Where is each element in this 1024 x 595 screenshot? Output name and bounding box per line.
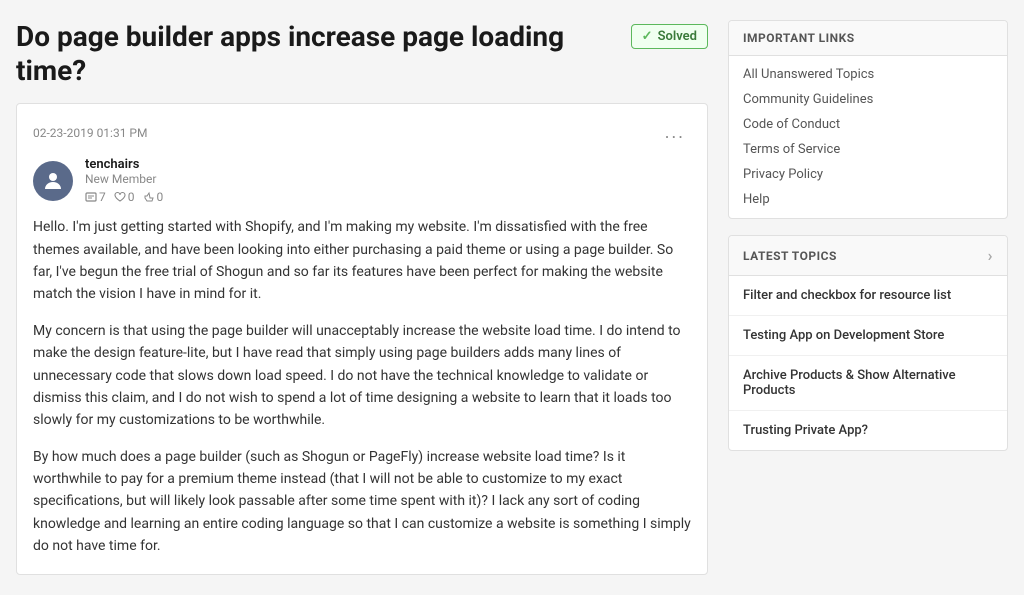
important-links-header: IMPORTANT LINKS <box>729 21 1007 56</box>
list-item: Help <box>729 187 1007 212</box>
author-details: tenchairs New Member 7 0 0 <box>85 157 163 204</box>
post-count: 7 <box>85 190 106 204</box>
terms-of-service-link[interactable]: Terms of Service <box>729 137 1007 162</box>
more-options-button[interactable]: ... <box>659 120 691 145</box>
solved-check-icon: ✓ <box>642 29 653 44</box>
latest-topics-list: Filter and checkbox for resource list Te… <box>729 276 1007 450</box>
latest-topic-item[interactable]: Testing App on Development Store <box>729 316 1007 356</box>
list-item: Community Guidelines <box>729 87 1007 112</box>
solved-label: Solved <box>658 29 697 44</box>
post-timestamp: 02-23-2019 01:31 PM <box>33 126 147 140</box>
sidebar: IMPORTANT LINKS All Unanswered Topics Co… <box>728 20 1008 575</box>
paragraph-3: By how much does a page builder (such as… <box>33 446 691 558</box>
likes-received: 0 <box>114 190 135 204</box>
latest-topic-item[interactable]: Filter and checkbox for resource list <box>729 276 1007 316</box>
privacy-policy-link[interactable]: Privacy Policy <box>729 162 1007 187</box>
all-unanswered-topics-link[interactable]: All Unanswered Topics <box>729 62 1007 87</box>
author-stats: 7 0 0 <box>85 190 163 204</box>
paragraph-1: Hello. I'm just getting started with Sho… <box>33 216 691 306</box>
important-links-list: All Unanswered Topics Community Guidelin… <box>729 56 1007 218</box>
community-guidelines-link[interactable]: Community Guidelines <box>729 87 1007 112</box>
paragraph-2: My concern is that using the page builde… <box>33 320 691 432</box>
important-links-section: IMPORTANT LINKS All Unanswered Topics Co… <box>728 20 1008 219</box>
post-header: 02-23-2019 01:31 PM ... <box>33 120 691 145</box>
question-title: Do page builder apps increase page loadi… <box>16 20 615 87</box>
list-item: All Unanswered Topics <box>729 62 1007 87</box>
latest-topics-header: LATEST TOPICS › <box>729 236 1007 276</box>
code-of-conduct-link[interactable]: Code of Conduct <box>729 112 1007 137</box>
solved-badge: ✓ Solved <box>631 24 708 49</box>
latest-topic-item[interactable]: Trusting Private App? <box>729 411 1007 450</box>
author-name: tenchairs <box>85 157 163 172</box>
latest-topics-section: LATEST TOPICS › Filter and checkbox for … <box>728 235 1008 451</box>
chevron-right-icon: › <box>988 246 993 265</box>
post-body: Hello. I'm just getting started with Sho… <box>33 216 691 557</box>
author-info: tenchairs New Member 7 0 0 <box>33 157 691 204</box>
list-item: Privacy Policy <box>729 162 1007 187</box>
question-title-row: Do page builder apps increase page loadi… <box>16 20 708 87</box>
help-link[interactable]: Help <box>729 187 1007 212</box>
avatar <box>33 161 73 201</box>
latest-topic-item[interactable]: Archive Products & Show Alternative Prod… <box>729 356 1007 411</box>
post-card: 02-23-2019 01:31 PM ... tenchairs New Me… <box>16 103 708 574</box>
list-item: Code of Conduct <box>729 112 1007 137</box>
main-content: Do page builder apps increase page loadi… <box>16 20 708 575</box>
list-item: Terms of Service <box>729 137 1007 162</box>
author-role: New Member <box>85 172 163 186</box>
likes-given: 0 <box>143 190 164 204</box>
